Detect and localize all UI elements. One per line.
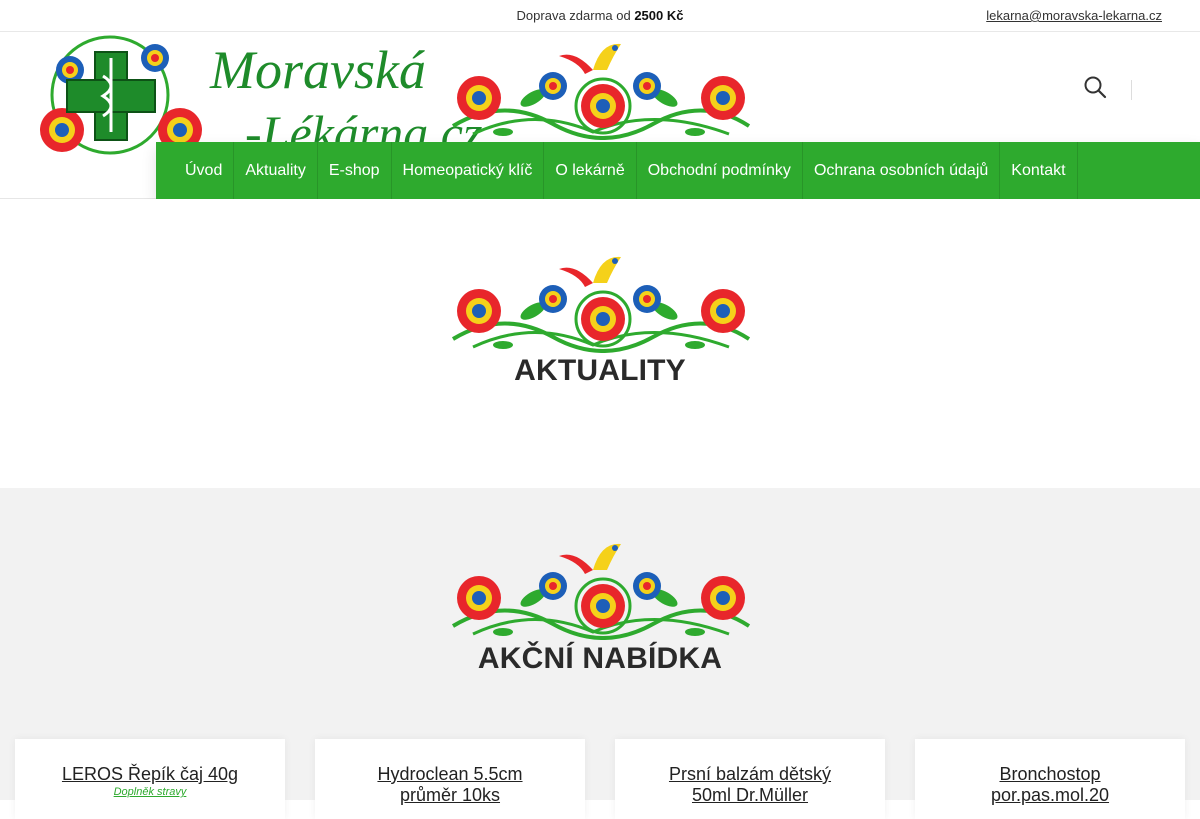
shipping-amount: 2500 Kč xyxy=(634,8,684,23)
nav-item-kontakt[interactable]: Kontakt xyxy=(1000,142,1078,199)
nav-item-obchodni-podminky[interactable]: Obchodní podmínky xyxy=(637,142,803,199)
product-card[interactable]: LEROS Řepík čaj 40g Doplněk stravy xyxy=(15,739,285,819)
nav-item-o-lekarne[interactable]: O lekárně xyxy=(544,142,637,199)
pharmacy-cross-icon xyxy=(40,35,202,155)
folk-ornament-offer xyxy=(443,536,759,640)
nav-item-aktuality[interactable]: Aktuality xyxy=(234,142,318,199)
product-card[interactable]: Bronchostop por.pas.mol.20 xyxy=(915,739,1185,819)
special-offer-section: AKČNÍ NABÍDKA LEROS Řepík čaj 40g Doplně… xyxy=(0,488,1200,819)
folk-ornament-header xyxy=(443,36,759,140)
product-card[interactable]: Prsní balzám dětský 50ml Dr.Müller xyxy=(615,739,885,819)
product-category-link[interactable]: Doplněk stravy xyxy=(15,786,285,798)
news-section: AKTUALITY xyxy=(0,199,1200,488)
folk-ornament-news xyxy=(443,249,759,353)
news-section-title: AKTUALITY xyxy=(514,354,686,387)
search-icon[interactable] xyxy=(1083,75,1107,99)
offer-section-title: AKČNÍ NABÍDKA xyxy=(477,642,723,675)
nav-item-homeopaticky-klic[interactable]: Homeopatický klíč xyxy=(392,142,545,199)
nav-item-ochrana-udaju[interactable]: Ochrana osobních údajů xyxy=(803,142,1001,199)
product-card[interactable]: Hydroclean 5.5cm průměr 10ks xyxy=(315,739,585,819)
logo-text-line1: Moravská xyxy=(209,40,426,100)
product-title[interactable]: LEROS Řepík čaj 40g xyxy=(15,764,285,785)
header-divider xyxy=(1131,80,1132,100)
contact-email-link[interactable]: lekarna@moravska-lekarna.cz xyxy=(986,8,1162,23)
nav-item-uvod[interactable]: Úvod xyxy=(174,142,235,199)
nav-item-eshop[interactable]: E-shop xyxy=(318,142,392,199)
main-navigation: Úvod Aktuality E-shop Homeopatický klíč … xyxy=(156,142,1200,199)
